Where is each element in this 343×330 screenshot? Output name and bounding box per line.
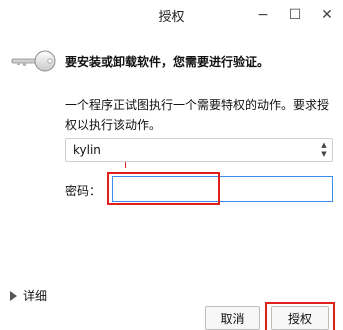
authorize-button[interactable]: 授权 bbox=[271, 306, 329, 330]
annotation-tick bbox=[125, 162, 126, 168]
chevron-down-icon: ▼ bbox=[321, 150, 327, 158]
user-select-spinner[interactable]: ▲ ▼ bbox=[320, 142, 328, 158]
key-icon bbox=[11, 50, 56, 72]
minimize-icon: − bbox=[257, 7, 269, 23]
maximize-button[interactable]: ☐ bbox=[281, 3, 309, 27]
maximize-icon: ☐ bbox=[288, 7, 302, 23]
password-label: 密码： bbox=[65, 184, 102, 198]
minimize-button[interactable]: − bbox=[249, 3, 277, 27]
details-toggle[interactable]: 详细 bbox=[10, 287, 47, 304]
auth-headline: 要安装或卸载软件，您需要进行验证。 bbox=[65, 55, 270, 69]
details-label: 详细 bbox=[23, 289, 48, 303]
triangle-right-icon bbox=[10, 290, 17, 301]
close-button[interactable]: ✕ bbox=[313, 3, 341, 27]
user-select-value: kylin bbox=[73, 143, 101, 157]
auth-description: 一个程序正试图执行一个需要特权的动作。要求授权以执行该动作。 bbox=[65, 98, 330, 132]
close-icon: ✕ bbox=[321, 7, 333, 23]
user-select[interactable]: kylin ▲ ▼ bbox=[65, 138, 333, 162]
password-input[interactable] bbox=[112, 176, 333, 202]
title-bar: 授权 − ☐ ✕ bbox=[0, 0, 343, 30]
cancel-button[interactable]: 取消 bbox=[205, 306, 260, 330]
chevron-up-icon: ▲ bbox=[321, 141, 327, 149]
